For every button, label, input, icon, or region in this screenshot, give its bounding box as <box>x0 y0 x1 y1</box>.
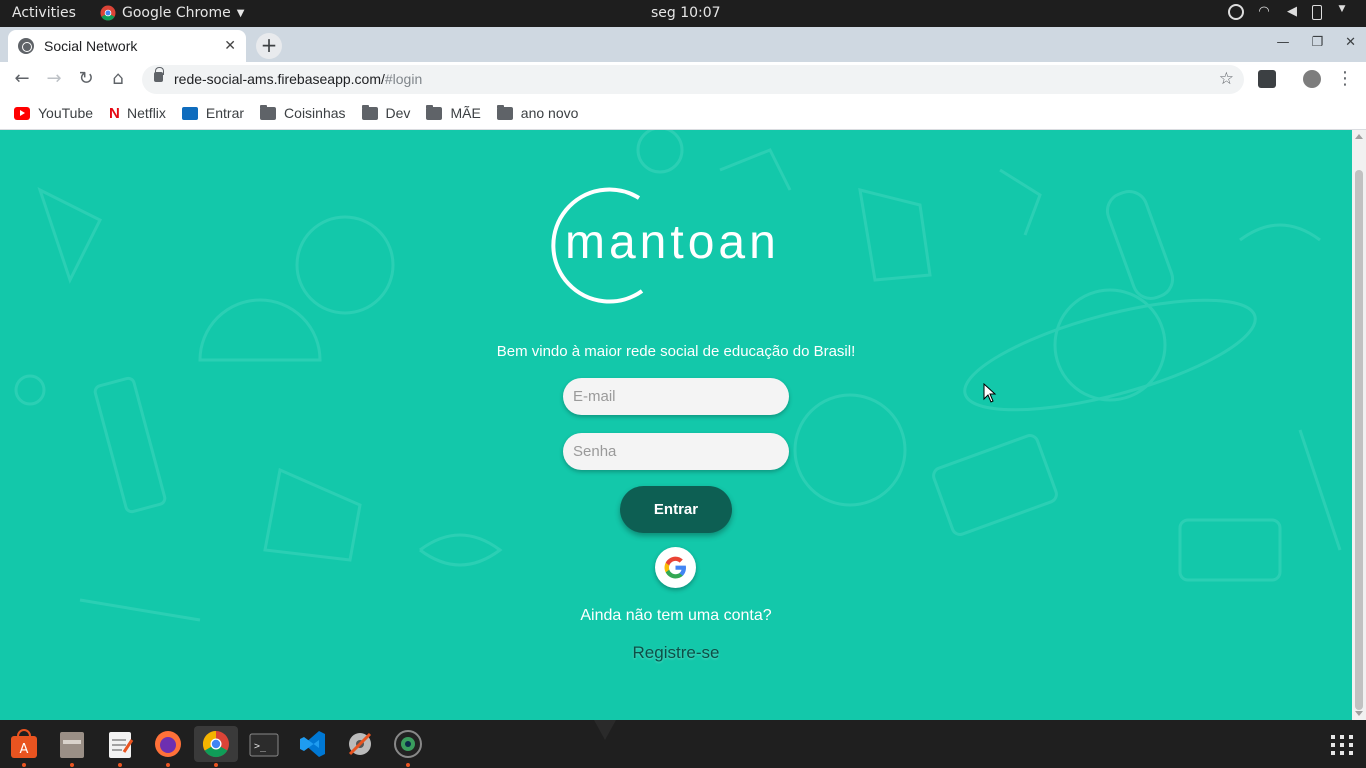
tab-strip: Social Network ✕ + — ❐ ✕ <box>0 27 1366 62</box>
email-field[interactable] <box>563 378 789 415</box>
bookmark-youtube[interactable]: YouTube <box>14 105 93 121</box>
chrome-small-icon <box>100 5 116 21</box>
close-tab-icon[interactable]: ✕ <box>224 38 236 54</box>
system-tray[interactable]: ◠ ◀ ▼ <box>1228 4 1350 20</box>
firefox-icon[interactable] <box>150 726 186 762</box>
chrome-icon[interactable] <box>194 726 238 762</box>
google-login-button[interactable] <box>655 547 696 588</box>
running-indicator <box>166 763 170 767</box>
scroll-down-arrow-icon[interactable] <box>1355 711 1363 716</box>
mouse-cursor-icon <box>983 383 997 403</box>
vscode-icon[interactable] <box>294 726 330 762</box>
terminal-icon[interactable]: >_ <box>246 726 282 762</box>
folder-icon <box>426 104 443 120</box>
running-indicator <box>22 763 26 767</box>
folder-icon <box>260 104 277 120</box>
login-button[interactable]: Entrar <box>620 486 732 533</box>
folder-icon <box>496 104 513 120</box>
page-scrollbar[interactable] <box>1352 130 1366 720</box>
browser-tab[interactable]: Social Network ✕ <box>8 30 246 62</box>
bookmark-label: YouTube <box>38 105 94 121</box>
system-top-bar: Activities Google Chrome ▼ seg 10:07 ◠ ◀… <box>0 0 1366 27</box>
bookmark-label: MÃE <box>450 105 481 121</box>
clock[interactable]: seg 10:07 <box>651 5 721 21</box>
url-fragment: #login <box>384 71 423 87</box>
app-menu[interactable]: Google Chrome ▼ <box>100 5 244 21</box>
url-text: rede-social-ams.firebaseapp.com/#login <box>174 71 422 87</box>
password-field[interactable] <box>563 433 789 470</box>
profile-avatar[interactable] <box>1303 70 1321 88</box>
chrome-menu-icon[interactable]: ⋮ <box>1334 68 1356 90</box>
login-page: mantoan Bem vindo à maior rede social de… <box>0 130 1352 720</box>
forward-arrow-icon[interactable]: → <box>43 68 65 90</box>
extension-icon[interactable] <box>1258 70 1276 88</box>
app-menu-label: Google Chrome <box>122 5 231 21</box>
camera-app-icon[interactable] <box>390 726 426 762</box>
svg-text:A: A <box>20 742 29 757</box>
show-applications-icon[interactable] <box>1331 735 1353 755</box>
accessibility-icon[interactable] <box>1228 4 1244 20</box>
running-indicator <box>70 763 74 767</box>
scrollbar-thumb[interactable] <box>1355 170 1363 710</box>
back-arrow-icon[interactable]: ← <box>11 68 33 90</box>
running-indicator <box>214 763 218 767</box>
welcome-message: Bem vindo à maior rede social de educaçã… <box>496 343 856 360</box>
mantoan-logo: mantoan <box>565 216 780 269</box>
reload-icon[interactable]: ↻ <box>75 68 97 90</box>
settings-tool-icon[interactable] <box>342 726 378 762</box>
url-host: rede-social-ams.firebaseapp.com/ <box>174 71 385 87</box>
bookmark-ano-novo[interactable]: ano novo <box>496 104 579 121</box>
running-indicator <box>118 763 122 767</box>
chevron-down-icon: ▼ <box>236 7 245 19</box>
volume-icon[interactable]: ◀ <box>1284 4 1300 20</box>
bookmark-star-icon[interactable]: ☆ <box>1219 69 1234 89</box>
youtube-icon <box>14 106 30 120</box>
bookmark-label: ano novo <box>520 105 579 121</box>
wifi-icon[interactable]: ◠ <box>1256 4 1272 20</box>
bookmark-label: Netflix <box>127 105 166 121</box>
dock-notch <box>594 720 616 740</box>
minimize-icon[interactable]: — <box>1276 35 1289 50</box>
files-icon[interactable] <box>54 726 90 762</box>
outlook-icon <box>181 106 198 120</box>
google-icon <box>664 556 686 579</box>
netflix-icon: N <box>109 104 120 122</box>
home-icon[interactable]: ⌂ <box>107 68 129 90</box>
globe-icon <box>18 38 34 54</box>
address-bar[interactable]: rede-social-ams.firebaseapp.com/#login ☆ <box>142 65 1244 94</box>
bookmark-entrar[interactable]: Entrar <box>181 105 245 121</box>
battery-icon[interactable] <box>1312 4 1322 20</box>
text-editor-icon[interactable] <box>102 726 138 762</box>
scroll-up-arrow-icon[interactable] <box>1355 134 1363 139</box>
register-link[interactable]: Registre-se <box>0 643 1352 663</box>
activities-button[interactable]: Activities <box>12 5 76 21</box>
lock-icon[interactable] <box>154 67 164 82</box>
svg-text:>_: >_ <box>254 741 267 752</box>
restore-icon[interactable]: ❐ <box>1311 35 1323 50</box>
no-account-text: Ainda não tem uma conta? <box>580 607 772 624</box>
bookmark-label: Dev <box>385 105 411 121</box>
bookmarks-bar: YouTube N Netflix Entrar Coisinhas Dev MÃ… <box>0 97 1366 130</box>
running-indicator <box>406 763 410 767</box>
bookmark-netflix[interactable]: N Netflix <box>109 105 166 121</box>
bookmark-label: Coisinhas <box>284 105 346 121</box>
folder-icon <box>361 104 378 120</box>
bookmark-dev[interactable]: Dev <box>361 104 411 121</box>
bookmark-mae[interactable]: MÃE <box>426 104 481 121</box>
tab-title: Social Network <box>44 38 138 54</box>
window-controls: — ❐ ✕ <box>1276 35 1356 50</box>
browser-toolbar: ← → ↻ ⌂ rede-social-ams.firebaseapp.com/… <box>0 62 1366 97</box>
close-window-icon[interactable]: ✕ <box>1345 35 1356 50</box>
bookmark-label: Entrar <box>205 105 245 121</box>
chevron-down-icon[interactable]: ▼ <box>1334 4 1350 20</box>
ubuntu-software-icon[interactable]: A <box>6 726 42 762</box>
ubuntu-dock: A >_ <box>0 720 1366 768</box>
bookmark-coisinhas[interactable]: Coisinhas <box>260 104 346 121</box>
new-tab-button[interactable]: + <box>256 33 282 59</box>
